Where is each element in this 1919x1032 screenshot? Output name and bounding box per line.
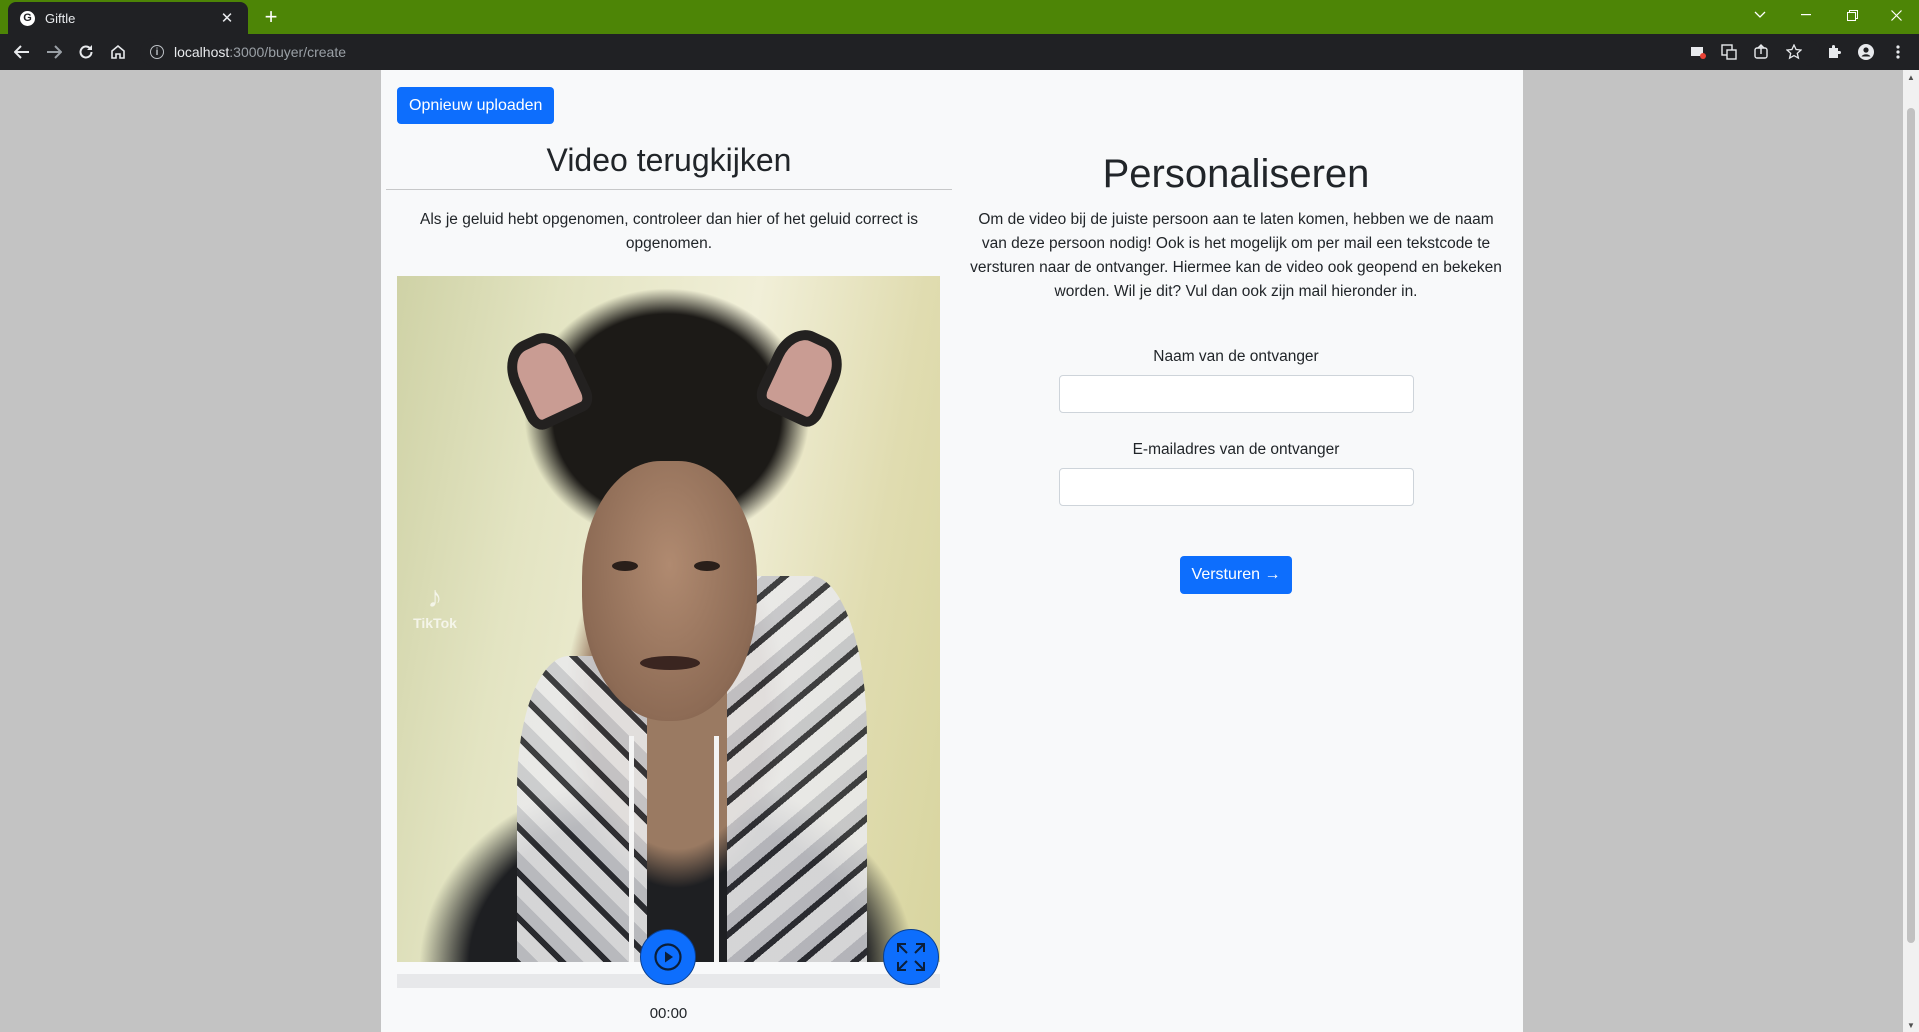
recipient-email-input[interactable] bbox=[1058, 468, 1414, 506]
restore-icon[interactable] bbox=[1829, 0, 1875, 30]
video-frame-hoodie-strings bbox=[629, 736, 719, 962]
video-time: 00:00 bbox=[649, 1005, 688, 1022]
browser-toolbar: i localhost:3000/buyer/create bbox=[0, 34, 1919, 70]
home-icon[interactable] bbox=[104, 38, 132, 66]
menu-kebab-icon[interactable] bbox=[1888, 42, 1908, 62]
address-bar[interactable]: i localhost:3000/buyer/create bbox=[140, 38, 1820, 66]
video-frame-face bbox=[582, 461, 757, 721]
fullscreen-button[interactable] bbox=[883, 929, 939, 985]
chevron-down-icon[interactable] bbox=[1737, 0, 1783, 30]
page-content: Opnieuw uploaden Video terugkijken Als j… bbox=[381, 70, 1523, 1032]
extension-blocked-icon[interactable] bbox=[1688, 42, 1708, 62]
video-frame-ear-right bbox=[751, 320, 853, 432]
video-frame-ear-left bbox=[496, 323, 598, 435]
site-info-icon[interactable]: i bbox=[150, 45, 164, 59]
expand-icon bbox=[897, 943, 925, 971]
personalize-description: Om de video bij de juiste persoon aan te… bbox=[970, 211, 1502, 300]
tab-strip: G Giftle ✕ + bbox=[0, 0, 1919, 34]
translate-icon[interactable] bbox=[1719, 42, 1739, 62]
tab-close-icon[interactable]: ✕ bbox=[218, 9, 236, 27]
reupload-button[interactable]: Opnieuw uploaden bbox=[397, 87, 555, 124]
send-button[interactable]: Versturen → bbox=[1179, 556, 1293, 594]
play-button[interactable] bbox=[640, 929, 696, 985]
video-player[interactable]: ♪ TikTok bbox=[397, 276, 940, 962]
back-icon[interactable] bbox=[8, 38, 36, 66]
recipient-email-label: E-mailadres van de ontvanger bbox=[1132, 441, 1340, 458]
forward-icon[interactable] bbox=[40, 38, 68, 66]
close-icon[interactable] bbox=[1873, 0, 1919, 30]
profile-icon[interactable] bbox=[1856, 42, 1876, 62]
url-path: :3000/buyer/create bbox=[229, 44, 347, 60]
scroll-down-icon[interactable]: ▼ bbox=[1903, 1018, 1919, 1032]
video-review-section: Video terugkijken Als je geluid hebt opg… bbox=[386, 140, 952, 256]
browser-tab[interactable]: G Giftle ✕ bbox=[8, 2, 248, 34]
puzzle-icon[interactable] bbox=[1824, 42, 1844, 62]
new-tab-button[interactable]: + bbox=[258, 4, 284, 30]
play-icon bbox=[654, 943, 682, 971]
recipient-name-input[interactable] bbox=[1058, 375, 1414, 413]
scroll-up-icon[interactable]: ▲ bbox=[1903, 70, 1919, 84]
minimize-icon[interactable] bbox=[1783, 0, 1829, 30]
tiktok-watermark: ♪ TikTok bbox=[405, 581, 465, 631]
tiktok-watermark-text: TikTok bbox=[413, 615, 457, 631]
url-host: localhost bbox=[174, 44, 230, 60]
video-frame-eye-right bbox=[694, 561, 720, 571]
page-scrollbar[interactable]: ▲ ▼ bbox=[1903, 70, 1919, 1032]
tiktok-note-icon: ♪ bbox=[427, 581, 443, 614]
share-icon[interactable] bbox=[1751, 42, 1771, 62]
favicon-icon: G bbox=[20, 10, 35, 26]
tab-title: Giftle bbox=[45, 10, 76, 26]
scrollbar-thumb[interactable] bbox=[1907, 108, 1915, 943]
video-review-description: Als je geluid hebt opgenomen, controleer… bbox=[419, 211, 919, 252]
bookmark-star-icon[interactable] bbox=[1784, 42, 1804, 62]
video-frame-mouth bbox=[640, 656, 700, 670]
video-frame-eye-left bbox=[612, 561, 638, 571]
reload-icon[interactable] bbox=[72, 38, 100, 66]
video-review-title: Video terugkijken bbox=[386, 140, 952, 190]
personalize-section: Personaliseren Om de video bij de juiste… bbox=[966, 150, 1506, 594]
personalize-title: Personaliseren bbox=[1102, 152, 1370, 196]
recipient-name-label: Naam van de ontvanger bbox=[1153, 348, 1319, 365]
